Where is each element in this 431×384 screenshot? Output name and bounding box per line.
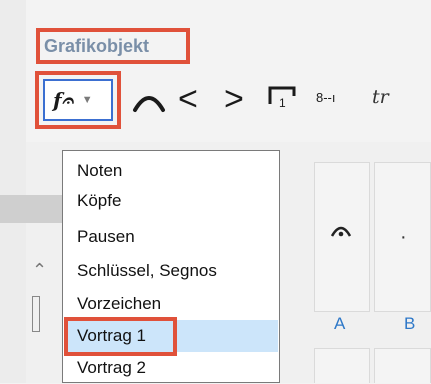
- symbol-tile-c[interactable]: [314, 348, 370, 383]
- dropdown-option-pausen[interactable]: Pausen: [68, 221, 278, 253]
- side-caret-icon: ⌃: [32, 260, 48, 280]
- chevron-down-icon: ▼: [81, 94, 93, 106]
- symbol-tile-d[interactable]: [374, 348, 431, 383]
- tile-label-b: B: [404, 314, 416, 333]
- dropdown-option-vorzeichen[interactable]: Vorzeichen: [68, 288, 278, 320]
- trill-icon[interactable]: tr: [372, 86, 389, 108]
- slur-icon[interactable]: [132, 84, 166, 114]
- side-bracket-icon: [32, 296, 40, 332]
- palette-selector-button[interactable]: f𝄐 ▼: [35, 71, 121, 129]
- section-title-label: Grafikobjekt: [44, 35, 150, 56]
- left-strip: [0, 0, 26, 383]
- dropdown-option-vortrag-2[interactable]: Vortrag 2: [68, 352, 278, 384]
- dot-icon: ·: [400, 226, 407, 248]
- section-title: Grafikobjekt: [36, 28, 190, 64]
- crescendo-icon[interactable]: <: [178, 80, 198, 119]
- volta-bracket-icon[interactable]: 1: [266, 84, 298, 112]
- ottava-icon[interactable]: 8--ı: [316, 90, 336, 105]
- panel-divider: [0, 195, 64, 223]
- fermata-icon: [330, 222, 352, 238]
- dynamics-glyph-icon: f𝄐: [53, 88, 73, 112]
- dropdown-option-koepfe[interactable]: Köpfe: [68, 185, 278, 217]
- palette-selector-field[interactable]: f𝄐 ▼: [43, 79, 113, 121]
- dropdown-option-noten[interactable]: Noten: [68, 155, 278, 187]
- svg-text:1: 1: [279, 96, 286, 110]
- decrescendo-icon[interactable]: >: [224, 80, 244, 119]
- dropdown-option-schluessel-segnos[interactable]: Schlüssel, Segnos: [68, 255, 278, 287]
- selected-option-highlight: [64, 317, 177, 356]
- tile-label-a: A: [334, 314, 346, 333]
